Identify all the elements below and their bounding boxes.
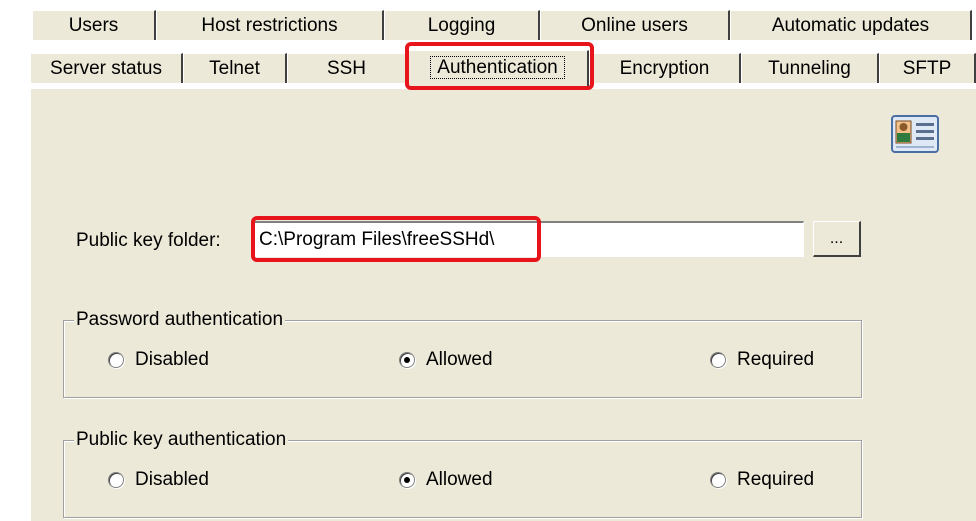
tab-online-users[interactable]: Online users [540,10,730,40]
browse-button[interactable]: ... [813,221,861,257]
tab-telnet[interactable]: Telnet [183,53,287,83]
password-authentication-title: Password authentication [74,307,286,333]
tab-row-front: Server status Telnet SSH Authentication … [0,50,976,87]
tab-label: Authentication [430,56,565,79]
tab-label: Host restrictions [201,15,338,36]
radio-button-icon[interactable] [710,352,726,368]
tab-users[interactable]: Users [32,10,156,40]
tab-label: SSH [326,58,367,79]
public-key-folder-label: Public key folder: [76,230,221,251]
tab-ssh[interactable]: SSH [287,53,407,83]
password-auth-disabled-radio[interactable]: Disabled [108,349,209,371]
tab-row-back: Users Host restrictions Logging Online u… [0,10,976,41]
tab-label: Online users [581,15,688,36]
pubkey-auth-required-radio[interactable]: Required [710,469,814,491]
tab-server-status[interactable]: Server status [30,53,183,83]
password-authentication-group: Password authentication Disabled Allowed… [63,307,862,398]
pubkey-auth-allowed-radio[interactable]: Allowed [399,469,493,491]
pubkey-auth-disabled-radio[interactable]: Disabled [108,469,209,491]
radio-label: Disabled [135,349,209,370]
tab-tunneling[interactable]: Tunneling [741,53,879,83]
tab-label: Users [68,15,119,36]
radio-label: Allowed [426,469,493,490]
radio-button-icon[interactable] [399,472,415,488]
tab-label: SFTP [902,58,952,79]
tab-label: Encryption [619,58,710,79]
tab-label: Automatic updates [771,15,930,36]
radio-label: Allowed [426,349,493,370]
tab-label: Tunneling [768,58,851,79]
radio-button-icon[interactable] [108,352,124,368]
public-key-authentication-title: Public key authentication [74,427,289,453]
settings-window: Users Host restrictions Logging Online u… [0,0,976,521]
radio-button-icon[interactable] [710,472,726,488]
radio-label: Required [737,469,815,490]
radio-label: Disabled [135,469,209,490]
password-auth-allowed-radio[interactable]: Allowed [399,349,493,371]
tab-logging[interactable]: Logging [384,10,540,40]
password-auth-required-radio[interactable]: Required [710,349,814,371]
tab-label: Server status [50,58,162,79]
tab-host-restrictions[interactable]: Host restrictions [156,10,384,40]
radio-button-icon[interactable] [108,472,124,488]
radio-label: Required [737,349,815,370]
tab-label: Telnet [209,58,260,79]
public-key-folder-input[interactable] [251,221,804,257]
tab-authentication[interactable]: Authentication [407,50,589,87]
id-card-icon [890,112,942,156]
radio-button-icon[interactable] [399,352,415,368]
tab-automatic-updates[interactable]: Automatic updates [730,10,972,40]
tab-label: Logging [427,15,496,36]
tab-sftp[interactable]: SFTP [879,53,976,83]
public-key-authentication-group: Public key authentication Disabled Allow… [63,427,862,518]
tab-encryption[interactable]: Encryption [589,53,741,83]
